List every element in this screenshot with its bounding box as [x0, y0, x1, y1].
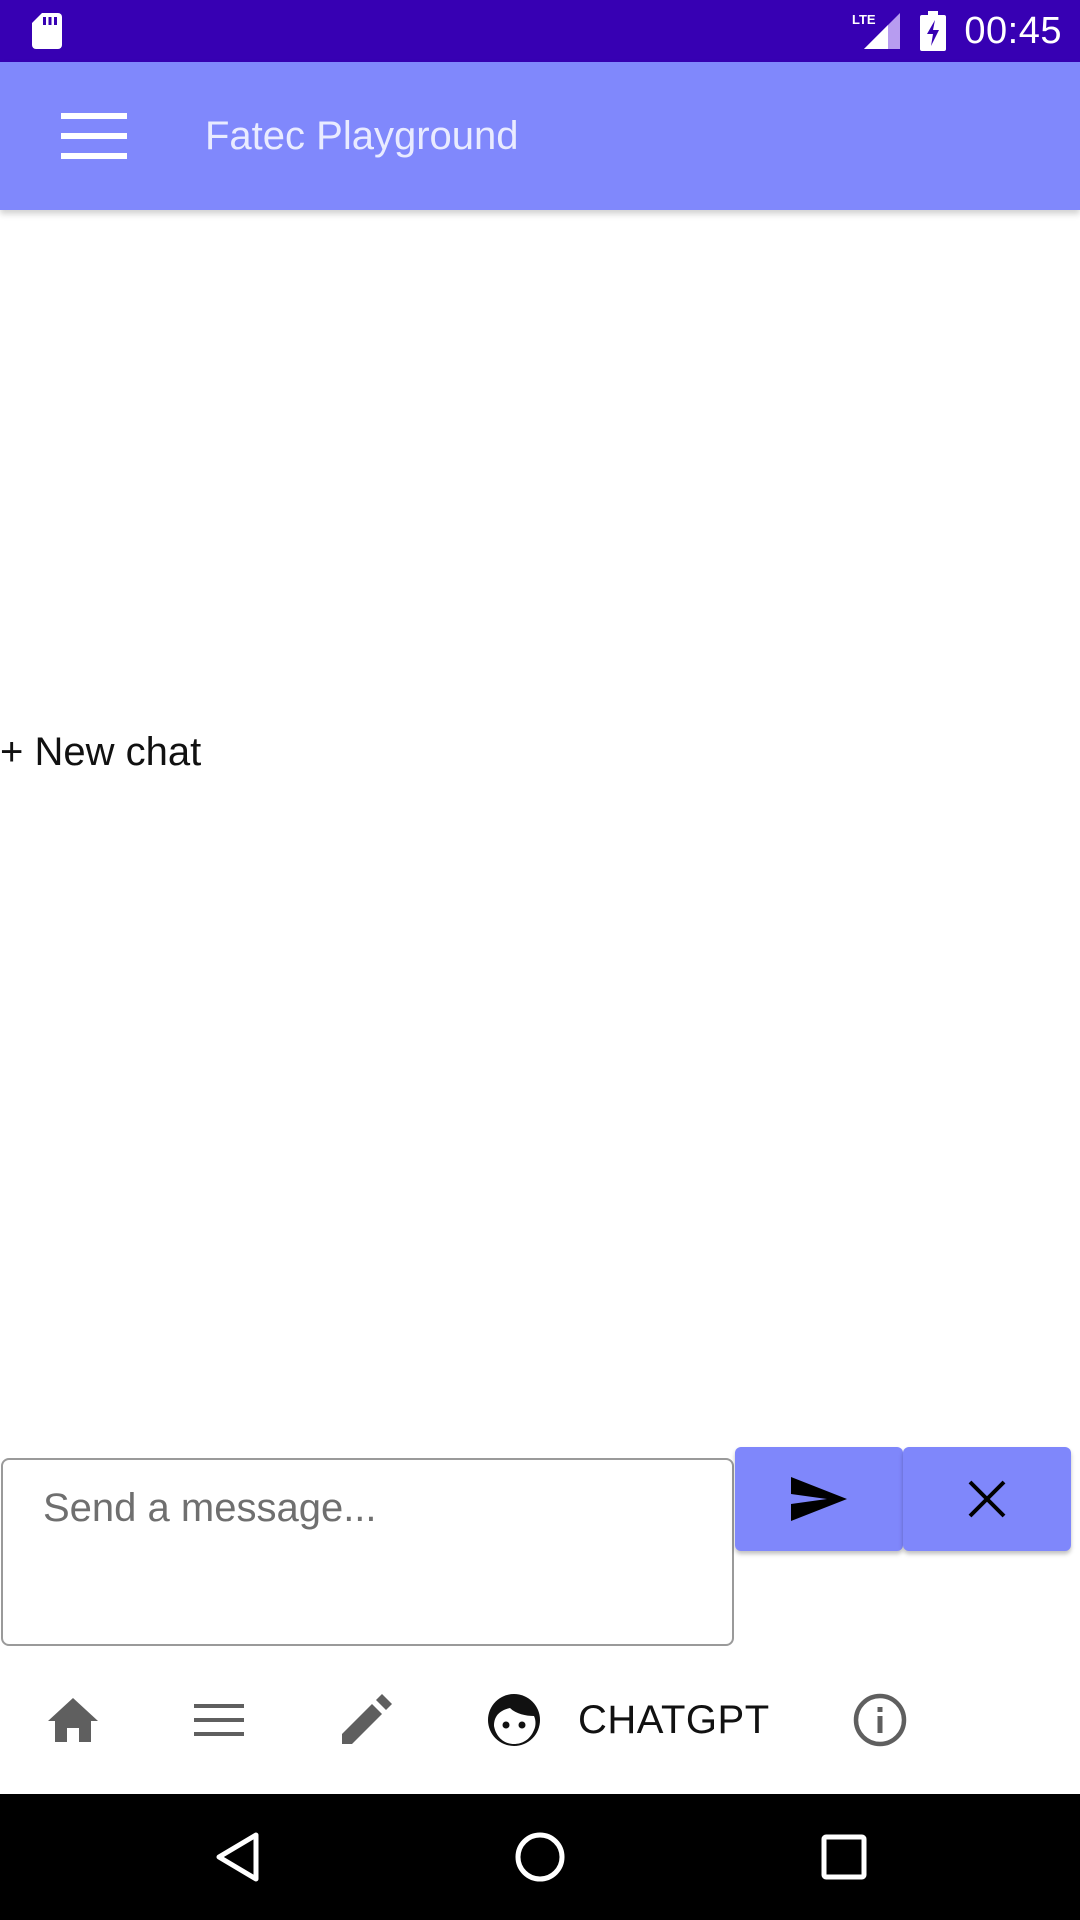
nav-home[interactable] [46, 1670, 100, 1770]
info-icon [853, 1693, 907, 1747]
sd-card-icon [32, 13, 62, 49]
send-icon [791, 1477, 847, 1521]
system-recents-button[interactable] [814, 1827, 874, 1887]
hamburger-menu-icon [61, 113, 127, 159]
bottom-nav: CHATGPT [0, 1670, 1080, 1770]
nav-edit[interactable] [340, 1670, 392, 1770]
close-button[interactable] [903, 1447, 1071, 1551]
nav-info[interactable] [852, 1670, 908, 1770]
app-title: Fatec Playground [205, 114, 519, 158]
new-chat-button[interactable]: + New chat [0, 730, 201, 775]
status-bar: LTE 00:45 [0, 0, 1080, 62]
edit-pencil-icon [342, 1694, 392, 1744]
network-type-label: LTE [852, 12, 876, 27]
recents-icon [821, 1834, 867, 1880]
battery-charging-icon [920, 11, 947, 51]
lte-signal-icon: LTE [852, 11, 902, 51]
face-icon [488, 1694, 540, 1746]
close-icon [968, 1480, 1006, 1518]
system-back-button[interactable] [208, 1827, 268, 1887]
status-time: 00:45 [964, 9, 1062, 52]
menu-button[interactable] [48, 102, 140, 170]
list-icon [194, 1704, 244, 1736]
system-nav-bar [0, 1794, 1080, 1920]
app-bar: Fatec Playground [0, 62, 1080, 210]
home-icon [48, 1698, 98, 1742]
system-home-button[interactable] [510, 1827, 570, 1887]
home-circle-icon [515, 1832, 565, 1882]
nav-chatgpt-label[interactable]: CHATGPT [578, 1670, 770, 1770]
app-screen: LTE 00:45 Fatec Playground + New chat Se… [0, 0, 1080, 1920]
send-button[interactable] [735, 1447, 903, 1551]
message-input[interactable] [1, 1458, 734, 1646]
nav-chatgpt[interactable] [486, 1670, 542, 1770]
back-icon [216, 1832, 259, 1882]
nav-list[interactable] [194, 1670, 244, 1770]
